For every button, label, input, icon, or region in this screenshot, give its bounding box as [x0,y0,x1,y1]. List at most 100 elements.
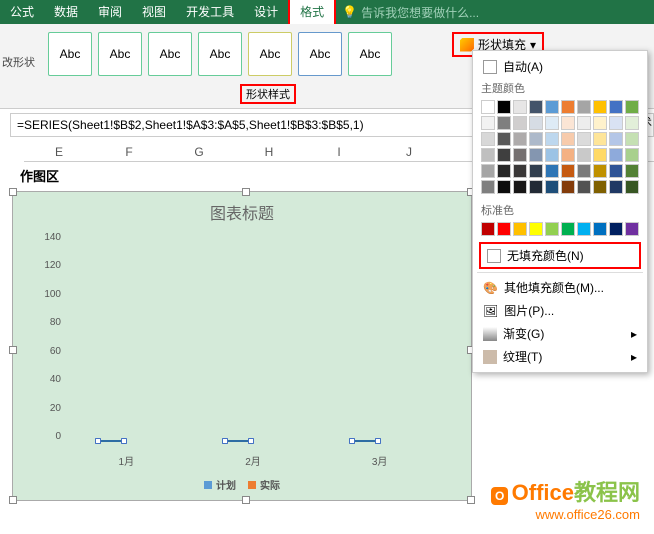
tab-review[interactable]: 审阅 [88,0,132,24]
shape-style-7[interactable]: Abc [348,32,392,76]
color-swatch[interactable] [609,148,623,162]
color-swatch[interactable] [609,180,623,194]
color-swatch[interactable] [545,116,559,130]
tab-view[interactable]: 视图 [132,0,176,24]
color-swatch[interactable] [625,132,639,146]
color-swatch[interactable] [497,132,511,146]
color-swatch[interactable] [545,180,559,194]
shape-style-2[interactable]: Abc [98,32,142,76]
color-swatch[interactable] [625,116,639,130]
fill-auto[interactable]: 自动(A) [477,55,643,78]
color-swatch[interactable] [577,164,591,178]
col-e[interactable]: E [24,143,94,161]
color-swatch[interactable] [577,222,591,236]
col-h[interactable]: H [234,143,304,161]
color-swatch[interactable] [577,100,591,114]
color-swatch[interactable] [529,100,543,114]
color-swatch[interactable] [481,148,495,162]
color-swatch[interactable] [545,100,559,114]
color-swatch[interactable] [593,132,607,146]
color-swatch[interactable] [577,148,591,162]
color-swatch[interactable] [497,180,511,194]
tab-developer[interactable]: 开发工具 [176,0,244,24]
bar-计划[interactable] [224,440,252,442]
col-g[interactable]: G [164,143,234,161]
tab-data[interactable]: 数据 [44,0,88,24]
fill-texture[interactable]: 纹理(T)▸ [477,345,643,368]
bar-计划[interactable] [97,440,125,442]
color-swatch[interactable] [625,222,639,236]
selection-handle[interactable] [242,496,250,504]
color-swatch[interactable] [561,148,575,162]
no-fill[interactable]: 无填充颜色(N) [479,242,641,269]
color-swatch[interactable] [609,100,623,114]
color-swatch[interactable] [481,116,495,130]
shape-style-1[interactable]: Abc [48,32,92,76]
color-swatch[interactable] [577,180,591,194]
selection-handle[interactable] [9,496,17,504]
col-f[interactable]: F [94,143,164,161]
col-i[interactable]: I [304,143,374,161]
color-swatch[interactable] [561,116,575,130]
color-swatch[interactable] [497,164,511,178]
color-swatch[interactable] [529,116,543,130]
tab-formulas[interactable]: 公式 [0,0,44,24]
color-swatch[interactable] [497,100,511,114]
bar-计划[interactable] [351,440,379,442]
tab-design[interactable]: 设计 [244,0,288,24]
selection-handle[interactable] [467,496,475,504]
color-swatch[interactable] [513,132,527,146]
color-swatch[interactable] [513,180,527,194]
color-swatch[interactable] [625,180,639,194]
selection-handle[interactable] [242,188,250,196]
chart[interactable]: 图表标题 140120 10080 6040 200 1月 2月 3月 计划 实… [12,191,472,501]
shape-style-5[interactable]: Abc [248,32,292,76]
color-swatch[interactable] [625,148,639,162]
selection-handle[interactable] [9,188,17,196]
color-swatch[interactable] [513,222,527,236]
color-swatch[interactable] [481,180,495,194]
color-swatch[interactable] [497,116,511,130]
shape-style-4[interactable]: Abc [198,32,242,76]
col-j[interactable]: J [374,143,444,161]
color-swatch[interactable] [481,222,495,236]
selection-handle[interactable] [9,346,17,354]
color-swatch[interactable] [593,180,607,194]
shape-style-3[interactable]: Abc [148,32,192,76]
fill-gradient[interactable]: 渐变(G)▸ [477,322,643,345]
color-swatch[interactable] [497,222,511,236]
color-swatch[interactable] [593,148,607,162]
color-swatch[interactable] [481,164,495,178]
color-swatch[interactable] [513,116,527,130]
color-swatch[interactable] [609,222,623,236]
color-swatch[interactable] [545,164,559,178]
color-swatch[interactable] [545,222,559,236]
color-swatch[interactable] [625,100,639,114]
color-swatch[interactable] [529,180,543,194]
color-swatch[interactable] [529,222,543,236]
color-swatch[interactable] [561,164,575,178]
color-swatch[interactable] [609,132,623,146]
color-swatch[interactable] [577,116,591,130]
color-swatch[interactable] [561,222,575,236]
color-swatch[interactable] [593,116,607,130]
color-swatch[interactable] [561,180,575,194]
color-swatch[interactable] [513,164,527,178]
fill-picture[interactable]: 🖼 图片(P)... [477,299,643,322]
color-swatch[interactable] [481,100,495,114]
color-swatch[interactable] [593,100,607,114]
color-swatch[interactable] [545,132,559,146]
more-colors[interactable]: 🎨 其他填充颜色(M)... [477,276,643,299]
color-swatch[interactable] [609,116,623,130]
color-swatch[interactable] [609,164,623,178]
color-swatch[interactable] [561,100,575,114]
color-swatch[interactable] [593,164,607,178]
tell-me[interactable]: 💡 告诉我您想要做什么... [342,4,479,21]
color-swatch[interactable] [497,148,511,162]
color-swatch[interactable] [529,132,543,146]
color-swatch[interactable] [561,132,575,146]
color-swatch[interactable] [529,164,543,178]
tab-format[interactable]: 格式 [288,0,336,26]
shape-style-6[interactable]: Abc [298,32,342,76]
plot-area[interactable] [63,232,443,442]
